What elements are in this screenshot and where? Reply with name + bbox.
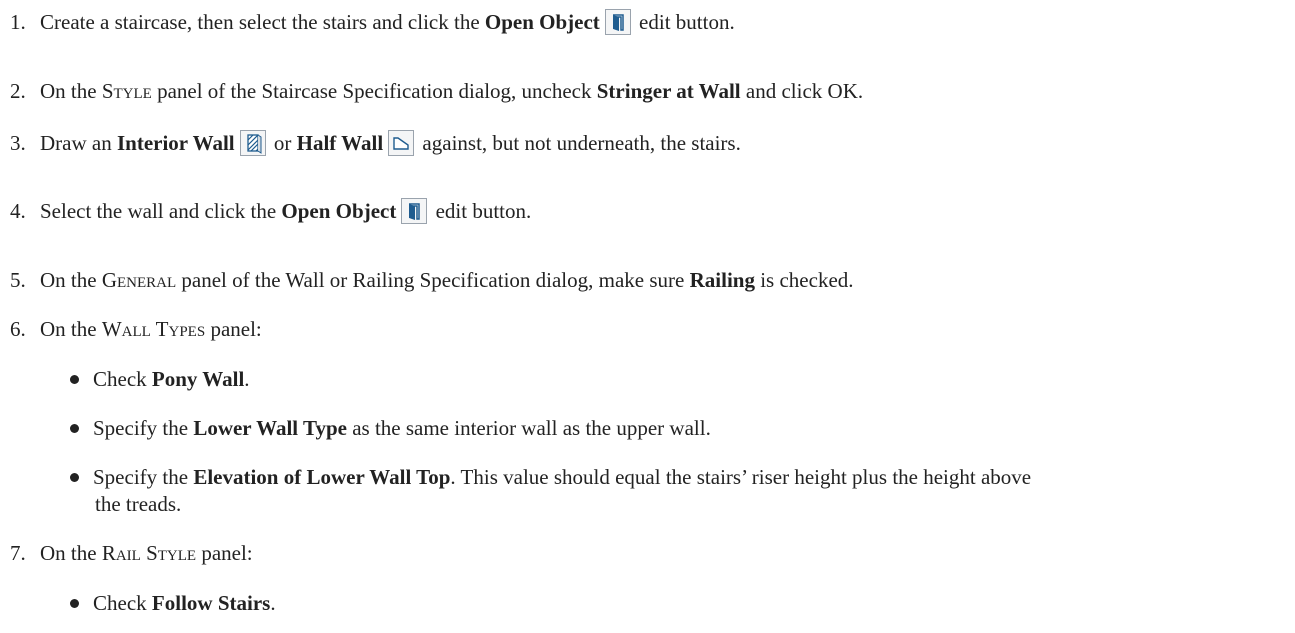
item-text: Specify the xyxy=(93,465,194,489)
step-5: 5. On the General panel of the Wall or Ra… xyxy=(0,267,854,293)
item-text: . This value should equal the stairs’ ri… xyxy=(450,465,1032,489)
panel-name: General xyxy=(101,268,177,292)
step-text: edit button. xyxy=(633,10,735,34)
open-object-icon xyxy=(604,9,631,36)
list-item: Check Follow Stairs. xyxy=(0,590,276,616)
open-object-icon xyxy=(401,198,428,225)
step-3: 3. Draw an Interior Wall or Half Wall aga… xyxy=(0,130,741,160)
interior-wall-icon xyxy=(239,130,266,157)
item-text: Check xyxy=(93,591,152,615)
step-text: Create a staircase, then select the stai… xyxy=(40,10,485,34)
ui-term: Railing xyxy=(689,268,755,292)
step-text: On the xyxy=(40,268,102,292)
item-text: . xyxy=(244,367,250,391)
ui-term: Elevation of Lower Wall Top xyxy=(193,465,451,489)
step-6: 6. On the Wall Types panel: xyxy=(0,316,262,342)
step-text: or xyxy=(268,131,297,155)
step-text: On the xyxy=(40,541,102,565)
step-number: 4. xyxy=(10,199,26,223)
ui-term: Pony Wall xyxy=(151,367,245,391)
panel-name: Wall Types xyxy=(101,317,206,341)
ui-term: Follow Stairs xyxy=(151,591,271,615)
step-number: 5. xyxy=(10,268,26,292)
panel-name: Rail Style xyxy=(101,541,197,565)
item-text: as the same interior wall as the upper w… xyxy=(346,416,711,440)
list-item: Check Pony Wall. xyxy=(0,366,250,392)
step-number: 6. xyxy=(10,317,26,341)
step-number: 1. xyxy=(10,10,26,34)
ui-term: Open Object xyxy=(281,199,397,223)
ui-term: Stringer at Wall xyxy=(596,79,741,103)
step-text: On the xyxy=(40,317,102,341)
ui-term: Half Wall xyxy=(296,131,384,155)
step-text: Draw an xyxy=(40,131,117,155)
bullet-icon xyxy=(70,472,79,482)
instructions-document: 1. Create a staircase, then select the st… xyxy=(0,0,1295,633)
step-4: 4. Select the wall and click the Open Obj… xyxy=(0,198,531,228)
step-number: 7. xyxy=(10,541,26,565)
bullet-icon xyxy=(70,423,79,433)
item-text: Specify the xyxy=(93,416,194,440)
panel-name: Style xyxy=(101,79,152,103)
ui-term: Lower Wall Type xyxy=(193,416,347,440)
ui-term: Open Object xyxy=(484,10,600,34)
step-7: 7. On the Rail Style panel: xyxy=(0,540,253,566)
step-text: panel of the Wall or Railing Specificati… xyxy=(176,268,690,292)
step-text: Select the wall and click the xyxy=(40,199,282,223)
item-text: . xyxy=(270,591,276,615)
list-item: Specify the Lower Wall Type as the same … xyxy=(0,415,711,441)
step-text: is checked. xyxy=(754,268,854,292)
step-text: edit button. xyxy=(430,199,532,223)
step-number: 3. xyxy=(10,131,26,155)
ui-term: Interior Wall xyxy=(116,131,235,155)
step-text: panel of the Staircase Specification dia… xyxy=(151,79,597,103)
step-number: 2. xyxy=(10,79,26,103)
item-text-continuation: the treads. xyxy=(95,492,182,516)
step-text: against, but not underneath, the stairs. xyxy=(417,131,741,155)
bullet-icon xyxy=(70,374,79,384)
bullet-icon xyxy=(70,598,79,608)
item-text: Check xyxy=(93,367,152,391)
step-text: panel: xyxy=(205,317,262,341)
step-1: 1. Create a staircase, then select the st… xyxy=(0,9,735,39)
step-text: and click OK. xyxy=(740,79,864,103)
step-text: On the xyxy=(40,79,102,103)
step-2: 2. On the Style panel of the Staircase Sp… xyxy=(0,78,863,104)
step-text: panel: xyxy=(196,541,253,565)
list-item: Specify the Elevation of Lower Wall Top.… xyxy=(0,464,1031,490)
half-wall-icon xyxy=(388,130,415,157)
